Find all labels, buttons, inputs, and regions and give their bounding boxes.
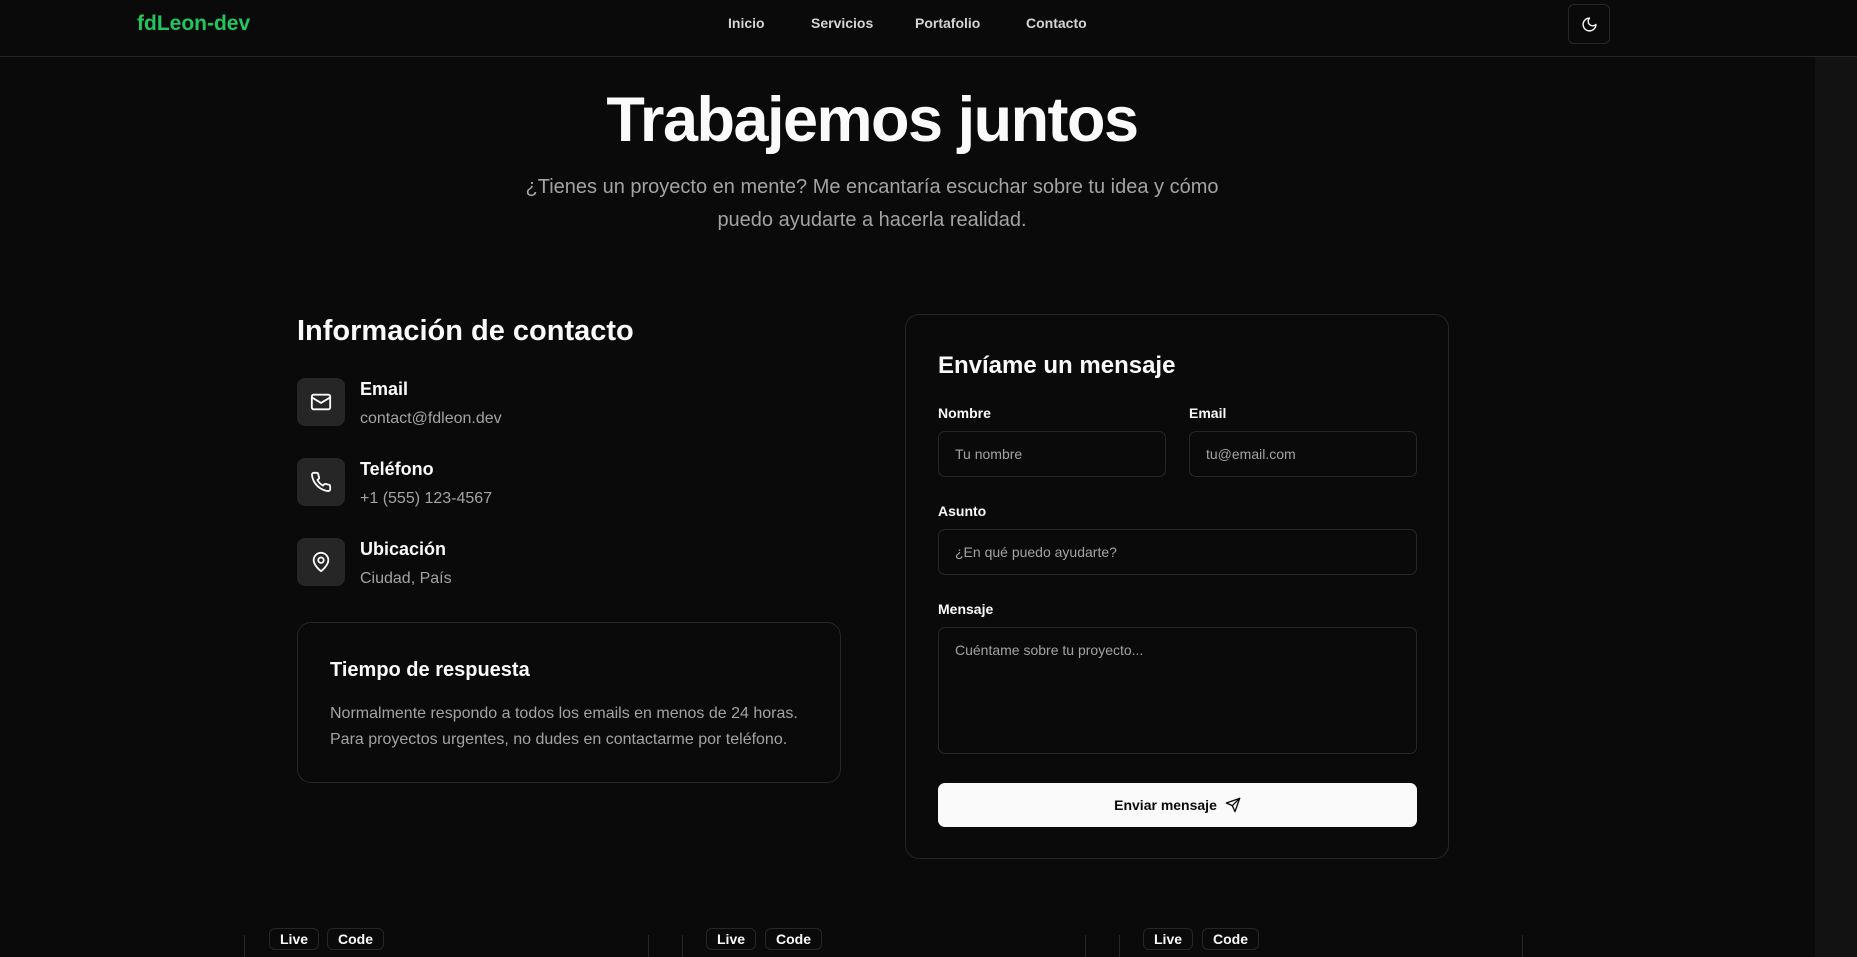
project-1-live-button[interactable]: Live bbox=[269, 928, 320, 950]
response-time-text: Normalmente respondo a todos los emails … bbox=[330, 701, 820, 753]
form-title: Envíame un mensaje bbox=[938, 352, 1176, 379]
project-card-edge bbox=[648, 935, 649, 957]
project-card-edge bbox=[682, 935, 683, 957]
project-card-edge bbox=[244, 935, 245, 957]
contact-form-card: Envíame un mensaje Nombre Email Asunto M… bbox=[905, 314, 1449, 859]
send-icon bbox=[1225, 797, 1241, 813]
contact-email-value: contact@fdleon.dev bbox=[360, 410, 502, 427]
project-card-edge bbox=[1119, 935, 1120, 957]
response-line-1: Normalmente respondo a todos los emails … bbox=[330, 705, 798, 722]
subtitle-line-2: puedo ayudarte a hacerla realidad. bbox=[717, 209, 1027, 231]
project-1-code-button[interactable]: Code bbox=[327, 928, 384, 950]
contact-email-label: Email bbox=[360, 379, 409, 399]
message-textarea[interactable] bbox=[938, 627, 1417, 754]
project-3-live-button[interactable]: Live bbox=[1143, 928, 1194, 950]
theme-toggle-button[interactable] bbox=[1568, 4, 1610, 44]
message-label: Mensaje bbox=[938, 601, 994, 617]
subject-label: Asunto bbox=[938, 503, 987, 519]
response-line-2: Para proyectos urgentes, no dudes en con… bbox=[330, 731, 788, 748]
site-header: fdLeon-dev Inicio Servicios Portafolio C… bbox=[0, 0, 1857, 57]
contact-item-location: Ubicación Ciudad, País bbox=[297, 538, 797, 598]
contact-info-title: Información de contacto bbox=[297, 315, 634, 347]
moon-icon bbox=[1581, 16, 1597, 32]
contact-phone-label: Teléfono bbox=[360, 459, 434, 479]
mail-icon bbox=[297, 378, 345, 426]
page-subtitle: ¿Tienes un proyecto en mente? Me encanta… bbox=[520, 171, 1224, 237]
contact-location-value: Ciudad, País bbox=[360, 570, 452, 587]
nav-inicio[interactable]: Inicio bbox=[728, 15, 765, 31]
email-label: Email bbox=[1189, 405, 1227, 421]
scrollbar-track[interactable] bbox=[1815, 57, 1857, 957]
contact-location-label: Ubicación bbox=[360, 539, 447, 559]
project-2-live-button[interactable]: Live bbox=[706, 928, 757, 950]
contact-item-email: Email contact@fdleon.dev bbox=[297, 378, 797, 438]
response-time-title: Tiempo de respuesta bbox=[330, 659, 530, 681]
email-input[interactable] bbox=[1189, 431, 1417, 477]
nav-contacto[interactable]: Contacto bbox=[1026, 15, 1087, 31]
page-title: Trabajemos juntos bbox=[606, 85, 1139, 155]
name-label: Nombre bbox=[938, 405, 991, 421]
name-input[interactable] bbox=[938, 431, 1166, 477]
project-card-edge bbox=[1522, 935, 1523, 957]
response-time-card: Tiempo de respuesta Normalmente respondo… bbox=[297, 622, 841, 783]
project-card-edge bbox=[1085, 935, 1086, 957]
contact-item-phone: Teléfono +1 (555) 123-4567 bbox=[297, 458, 797, 518]
phone-icon bbox=[297, 458, 345, 506]
project-2-code-button[interactable]: Code bbox=[765, 928, 822, 950]
project-3-code-button[interactable]: Code bbox=[1202, 928, 1259, 950]
map-pin-icon bbox=[297, 538, 345, 586]
brand-logo[interactable]: fdLeon-dev bbox=[137, 12, 250, 36]
nav-portafolio[interactable]: Portafolio bbox=[915, 15, 980, 31]
nav-servicios[interactable]: Servicios bbox=[811, 15, 873, 31]
subtitle-line-1: ¿Tienes un proyecto en mente? Me encanta… bbox=[525, 176, 1219, 198]
contact-phone-value: +1 (555) 123-4567 bbox=[360, 490, 493, 507]
subject-input[interactable] bbox=[938, 529, 1417, 575]
send-message-button[interactable]: Enviar mensaje bbox=[938, 783, 1417, 827]
send-button-label: Enviar mensaje bbox=[1114, 797, 1217, 813]
